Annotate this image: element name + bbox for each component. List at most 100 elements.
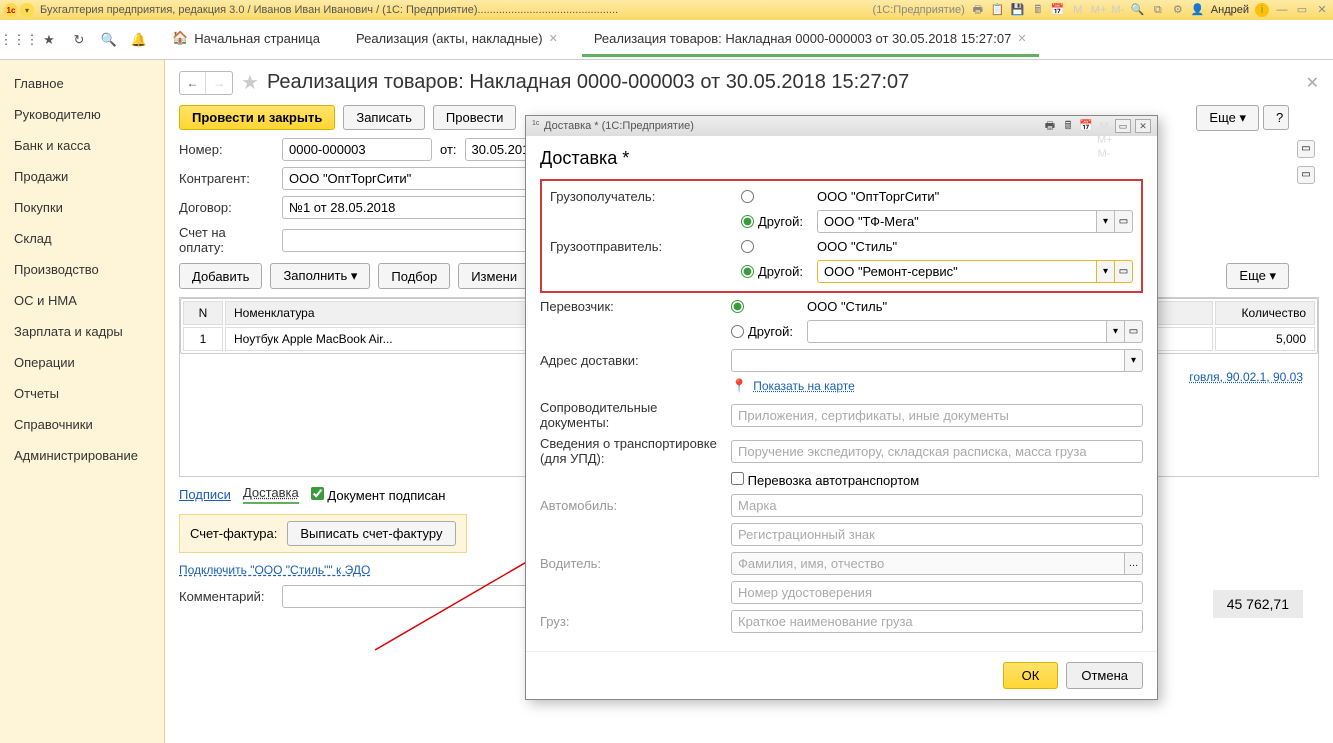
issue-invoice-button[interactable]: Выписать счет-фактуру [287,521,455,546]
minimize-icon[interactable]: — [1275,3,1289,17]
col-qty[interactable]: Количество [1215,301,1315,325]
consignee-other-input[interactable] [817,210,1097,233]
carrier-other-radio[interactable] [731,325,744,338]
nav-main[interactable]: Главное [0,68,164,99]
dialog-calc-icon[interactable]: 🖩 [1061,119,1075,133]
conduct-button[interactable]: Провести [433,105,517,130]
history-icon[interactable]: ↻ [70,31,88,49]
signed-checkbox-wrap[interactable]: Документ подписан [311,487,446,503]
forward-button[interactable]: → [206,72,232,94]
fill-button[interactable]: Заполнить ▾ [270,263,370,289]
dialog-close-icon[interactable]: ✕ [1135,119,1151,133]
save-icon[interactable]: 💾 [1011,3,1025,17]
dropdown-icon[interactable]: ▾ [1107,320,1125,343]
conduct-close-button[interactable]: Провести и закрыть [179,105,335,130]
dialog-calendar-icon[interactable]: 📅 [1079,119,1093,133]
open-ref-icon[interactable]: ▭ [1115,260,1133,283]
nav-catalogs[interactable]: Справочники [0,409,164,440]
nav-warehouse[interactable]: Склад [0,223,164,254]
print-icon[interactable]: 🖶 [971,3,985,17]
number-input[interactable] [282,138,432,161]
nav-assets[interactable]: ОС и НМА [0,285,164,316]
signatures-link[interactable]: Подписи [179,487,231,502]
pick-button[interactable]: Подбор [378,263,450,289]
bell-icon[interactable]: 🔔 [130,31,148,49]
m-icon[interactable]: M [1071,3,1085,17]
app-menu-dropdown-icon[interactable]: ▾ [20,3,34,17]
docs-input[interactable] [731,404,1143,427]
nav-salary[interactable]: Зарплата и кадры [0,316,164,347]
open-ref-icon[interactable]: ▭ [1115,210,1133,233]
nav-reports[interactable]: Отчеты [0,378,164,409]
comment-input[interactable] [282,585,532,608]
dropdown-icon[interactable]: ▾ [1125,349,1143,372]
dialog-restore-icon[interactable]: ▭ [1115,119,1131,133]
accounts-link[interactable]: говля, 90.02.1, 90.03 [1189,370,1303,384]
dialog-titlebar[interactable]: 1c Доставка * (1С:Предприятие) 🖶 🖩 📅 M M… [526,116,1157,136]
nav-bank[interactable]: Банк и касса [0,130,164,161]
more-button[interactable]: Еще ▾ [1196,105,1259,131]
calc-icon[interactable]: 🖩 [1031,3,1045,17]
write-button[interactable]: Записать [343,105,425,130]
carrier-other-input[interactable] [807,320,1107,343]
nav-production[interactable]: Производство [0,254,164,285]
maximize-icon[interactable]: ▭ [1295,3,1309,17]
open-ref-button-2[interactable]: ▭ [1297,166,1315,184]
clipboard-icon[interactable]: 📋 [991,3,1005,17]
document-close-icon[interactable]: ✕ [1306,73,1319,93]
invoice-input[interactable] [282,229,532,252]
dialog-print-icon[interactable]: 🖶 [1043,119,1057,133]
favorite-star-icon[interactable]: ★ [241,70,259,95]
carrier-default-radio[interactable] [731,300,744,313]
nav-sales[interactable]: Продажи [0,161,164,192]
user-icon[interactable]: 👤 [1191,3,1205,17]
grid-more-button[interactable]: Еще ▾ [1226,263,1289,289]
col-n[interactable]: N [183,301,223,325]
cancel-button[interactable]: Отмена [1066,662,1143,689]
open-ref-icon[interactable]: ▭ [1125,320,1143,343]
close-app-icon[interactable]: ✕ [1315,3,1329,17]
consignor-other-radio[interactable] [741,265,754,278]
nav-purchases[interactable]: Покупки [0,192,164,223]
dropdown-icon[interactable]: ▾ [1097,210,1115,233]
calendar-icon[interactable]: 📅 [1051,3,1065,17]
help-button[interactable]: ? [1263,105,1289,130]
tab-close-icon[interactable]: ✕ [1017,32,1026,45]
signed-checkbox[interactable] [311,487,324,500]
tab-close-icon[interactable]: ✕ [549,32,558,45]
nav-operations[interactable]: Операции [0,347,164,378]
m-plus-icon[interactable]: M+ [1091,3,1105,17]
search-global-icon[interactable]: 🔍 [1131,3,1145,17]
consignee-default-radio[interactable] [741,190,754,203]
consignor-other-input[interactable] [817,260,1097,283]
star-icon[interactable]: ★ [40,31,58,49]
back-button[interactable]: ← [180,72,206,94]
nav-admin[interactable]: Администрирование [0,440,164,471]
user-name[interactable]: Андрей [1211,4,1249,16]
tab-home[interactable]: 🏠 Начальная страница [160,22,332,57]
tab-realization-list[interactable]: Реализация (акты, накладные) ✕ [344,23,570,57]
edo-link[interactable]: Подключить "ООО "Стиль"" к ЭДО [179,563,370,577]
window-icon[interactable]: ⧉ [1151,3,1165,17]
show-on-map-link[interactable]: Показать на карте [753,379,855,393]
open-ref-button-1[interactable]: ▭ [1297,140,1315,158]
add-row-button[interactable]: Добавить [179,263,262,289]
change-button[interactable]: Измени [458,263,530,289]
apps-icon[interactable]: ⋮⋮⋮ [10,31,28,49]
dropdown-icon[interactable]: ▾ [1097,260,1115,283]
consignor-default-radio[interactable] [741,240,754,253]
tab-realization-doc[interactable]: Реализация товаров: Накладная 0000-00000… [582,23,1039,57]
contract-input[interactable] [282,196,532,219]
contragent-input[interactable] [282,167,532,190]
ok-button[interactable]: ОК [1003,662,1059,689]
m-minus-icon[interactable]: M- [1111,3,1125,17]
info-icon[interactable]: i [1255,3,1269,17]
transport-info-input[interactable] [731,440,1143,463]
tools-icon[interactable]: ⚙ [1171,3,1185,17]
address-input[interactable] [731,349,1125,372]
auto-transport-checkbox-wrap[interactable]: Перевозка автотранспортом [731,472,919,488]
auto-transport-checkbox[interactable] [731,472,744,485]
consignee-other-radio[interactable] [741,215,754,228]
delivery-link[interactable]: Доставка [243,485,299,504]
nav-manager[interactable]: Руководителю [0,99,164,130]
